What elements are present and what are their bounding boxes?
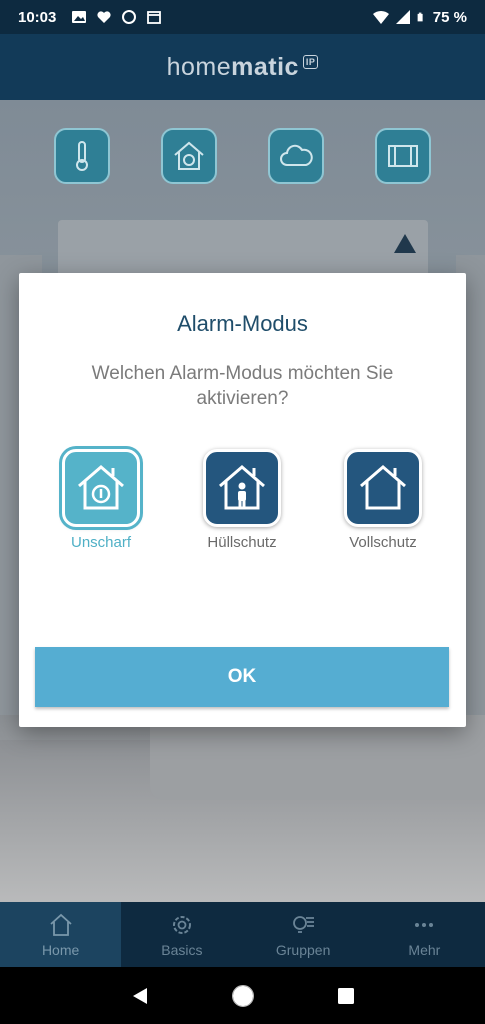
status-bar: 10:03 75 % [0, 0, 485, 34]
tab-label-basics: Basics [161, 941, 203, 958]
more-icon [415, 922, 434, 927]
tab-label-home: Home [41, 941, 80, 958]
group-icon [293, 915, 315, 933]
calendar-icon [147, 11, 162, 24]
cloud-icon[interactable] [268, 128, 324, 184]
heart-icon [97, 11, 111, 23]
thermometer-icon[interactable] [54, 128, 110, 184]
gear-icon [172, 915, 191, 934]
recents-icon [337, 987, 354, 1004]
battery-icon [417, 12, 423, 22]
mode-vollschutz[interactable]: Vollschutz [335, 449, 431, 551]
app-header: homematic IP [0, 34, 485, 100]
image-icon [72, 11, 87, 23]
ok-button[interactable]: OK [35, 647, 449, 707]
house-disarmed-icon[interactable] [62, 449, 140, 527]
alarm-house-icon[interactable] [161, 128, 217, 184]
tab-gruppen[interactable]: Gruppen [243, 902, 364, 967]
quick-action-row [0, 128, 485, 184]
tab-label-gruppen: Gruppen [275, 941, 331, 958]
tab-mehr[interactable]: Mehr [364, 902, 485, 967]
dialog-question: Welchen Alarm-Modus möchten Sie aktivier… [91, 363, 394, 409]
android-nav-bar [0, 967, 485, 1024]
alarm-mode-dialog: Alarm-Modus Welchen Alarm-Modus möchten … [19, 273, 466, 727]
mode-label-unscharf: Unscharf [70, 534, 132, 551]
back-icon [132, 987, 147, 1004]
house-person-icon[interactable] [203, 449, 281, 527]
wifi-icon [372, 10, 389, 24]
bottom-tab-bar: Home Basics Gruppen Mehr [0, 902, 485, 967]
tab-basics[interactable]: Basics [121, 902, 242, 967]
circle-icon [122, 10, 137, 24]
back-button[interactable] [120, 976, 160, 1016]
recents-button[interactable] [326, 976, 366, 1016]
tab-label-mehr: Mehr [408, 941, 441, 958]
battery-percent: 75 % [432, 8, 467, 26]
house-icon[interactable] [344, 449, 422, 527]
homematic-logo: homematic IP [167, 53, 319, 82]
home-circle-icon [231, 984, 254, 1007]
dialog-title: Alarm-Modus [177, 311, 308, 336]
tab-home[interactable]: Home [0, 902, 122, 967]
mode-huellschutz[interactable]: Hüllschutz [194, 449, 290, 551]
home-icon [50, 913, 72, 936]
mode-label-vollschutz: Vollschutz [349, 534, 417, 551]
warning-icon [394, 234, 416, 253]
signal-icon [395, 10, 410, 24]
status-time: 10:03 [18, 8, 57, 26]
mode-label-huellschutz: Hüllschutz [207, 534, 277, 551]
window-icon[interactable] [375, 128, 431, 184]
mode-unscharf[interactable]: Unscharf [53, 449, 149, 551]
home-nav-button[interactable] [223, 976, 263, 1016]
